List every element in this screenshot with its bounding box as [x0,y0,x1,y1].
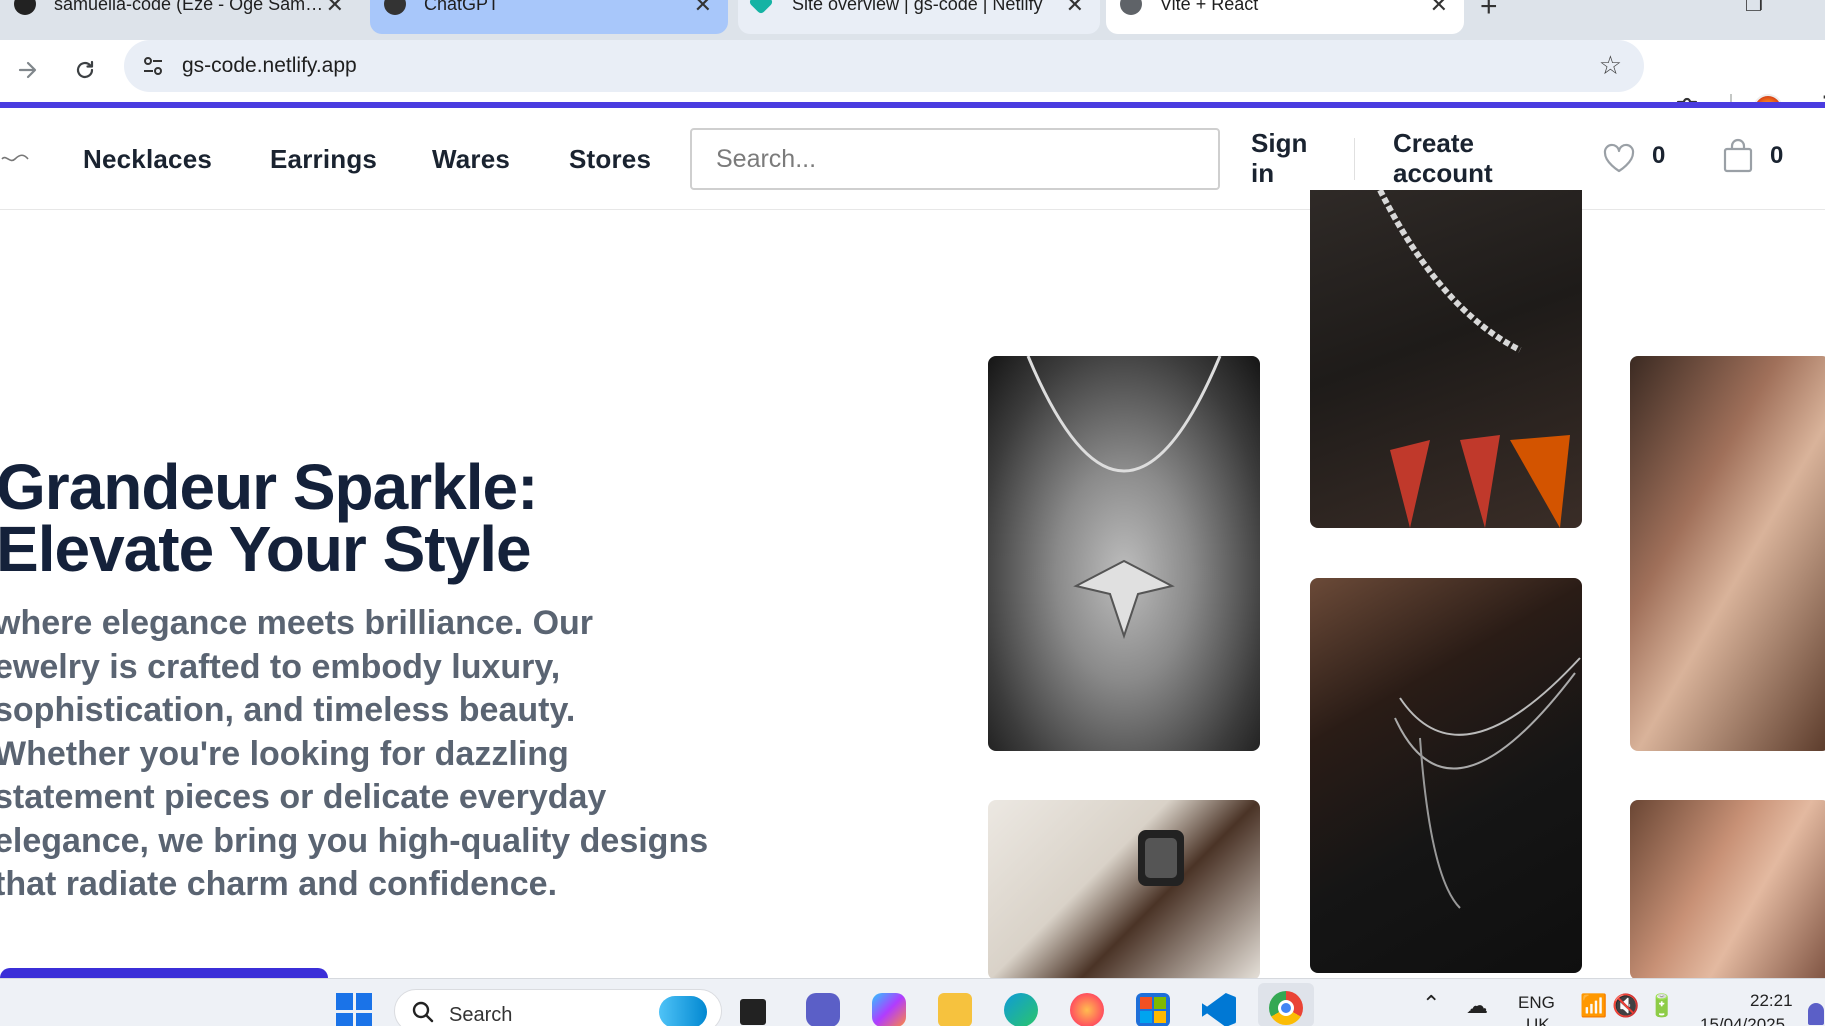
tab-strip: samuella-code (Eze - Oge Sam… ✕ ChatGPT … [0,0,1825,40]
nav-wares[interactable]: Wares [432,144,510,175]
hero-title-line2: Elevate Your Style [0,513,532,585]
onedrive-icon[interactable]: ☁ [1466,993,1488,1019]
close-tab-icon[interactable]: ✕ [694,0,712,18]
nav-earrings[interactable]: Earrings [270,144,377,175]
tab-netlify[interactable]: Site overview | gs-code | Netlify ✕ [738,0,1100,34]
sign-in-line2: in [1251,158,1275,188]
header-divider [1354,138,1355,180]
hero-line: ewelry is crafted to embody luxury, [0,647,561,686]
tab-title: samuella-code (Eze - Oge Sam… [54,0,324,14]
tab-github[interactable]: samuella-code (Eze - Oge Sam… ✕ [0,0,360,34]
copilot-icon[interactable] [872,993,906,1026]
search-box [690,128,1220,190]
tab-chatgpt[interactable]: ChatGPT ✕ [370,0,728,34]
logo-icon[interactable] [0,152,30,166]
volume-muted-icon[interactable]: 🔇 [1612,993,1639,1019]
hero-line: where elegance meets brilliance. Our [0,604,594,642]
necklace-pendant-photo [988,356,1260,751]
create-account-link[interactable]: Create account [1393,128,1493,188]
create-account-line1: Create [1393,128,1474,158]
firefox-icon[interactable] [1070,993,1104,1026]
model-with-rings-photo [1630,800,1825,980]
tab-title: Vite + React [1160,0,1259,14]
site-settings-icon[interactable] [140,53,166,79]
hero-description: where elegance meets brilliance. Our ewe… [0,602,794,907]
close-tab-icon[interactable]: ✕ [1430,0,1448,18]
clock-time[interactable]: 22:21 [1750,991,1793,1011]
wishlist-button[interactable]: 0 [1602,140,1672,180]
sign-in-link[interactable]: Sign in [1251,128,1307,188]
cart-button[interactable]: 0 [1720,138,1800,182]
windows-start-icon[interactable] [336,993,372,1026]
hero-line: Whether you're looking for dazzling [0,734,569,773]
clock-date[interactable]: 15/04/2025 [1700,1015,1785,1026]
nav-necklaces[interactable]: Necklaces [83,144,212,175]
wifi-icon[interactable]: 📶 [1580,993,1607,1019]
tab-title: ChatGPT [424,0,500,14]
restore-window-icon[interactable]: ❐ [1745,0,1763,17]
close-tab-icon[interactable]: ✕ [326,0,344,18]
hero-line: that radiate charm and confidence. [0,865,558,903]
teams-icon[interactable] [806,993,840,1026]
battery-icon[interactable]: 🔋 [1648,993,1675,1019]
create-account-line2: account [1393,158,1493,188]
tab-vite-react[interactable]: Vite + React ✕ [1106,0,1464,34]
hero-title-line1: Grandeur Sparkle: [0,451,538,523]
language-line2[interactable]: UK [1526,1015,1550,1026]
chrome-icon [1269,991,1303,1025]
address-bar[interactable]: gs-code.netlify.app ☆ [124,40,1644,92]
browser-toolbar: gs-code.netlify.app ☆ ⋮ [0,40,1825,124]
search-icon [412,1001,434,1023]
task-view-icon[interactable] [740,999,766,1025]
show-hidden-icons[interactable]: ⌃ [1422,991,1440,1017]
url-text[interactable]: gs-code.netlify.app [182,54,357,78]
github-icon [14,0,36,15]
hero-line: sophistication, and timeless beauty. [0,691,576,729]
layered-chains-photo [1310,578,1582,973]
vscode-icon[interactable] [1202,993,1236,1026]
tab-title: Site overview | gs-code | Netlify [792,0,1043,14]
globe-icon [1120,0,1142,15]
bookmark-star-icon[interactable]: ☆ [1599,50,1622,81]
hero-line: elegance, we bring you high-quality desi… [0,821,709,860]
chain-on-shirt-photo [1310,190,1582,528]
dolphin-icon [659,996,707,1026]
chatgpt-icon [384,0,406,15]
taskbar-search-label: Search [449,1004,513,1026]
store-icon[interactable] [1136,993,1170,1026]
language-line1[interactable]: ENG [1518,993,1555,1013]
close-tab-icon[interactable]: ✕ [1066,0,1084,18]
new-tab-button[interactable]: + [1480,0,1498,24]
reload-icon[interactable] [67,52,103,88]
wishlist-count: 0 [1652,142,1666,169]
heart-icon [1603,143,1635,173]
notification-icon[interactable] [1808,1003,1824,1025]
shopping-bag-icon [1723,138,1753,173]
search-input[interactable] [692,130,1218,188]
hero-title: Grandeur Sparkle: Elevate Your Style [0,451,538,585]
sign-in-line1: Sign [1251,128,1308,158]
hero-line: statement pieces or delicate everyday [0,778,607,816]
netlify-icon [748,0,774,15]
chrome-taskbar-button[interactable] [1258,983,1314,1026]
nav-stores[interactable]: Stores [569,144,651,175]
taskbar-search[interactable]: Search [394,989,722,1026]
cart-count: 0 [1770,142,1784,169]
edge-icon[interactable] [1004,993,1038,1026]
earring-model-photo [1630,356,1825,751]
os-taskbar: Search ⌃ ☁ ENG UK 📶 🔇 🔋 22:21 15/04/2025 [0,978,1825,1026]
file-explorer-icon[interactable] [938,993,972,1026]
forward-icon[interactable] [10,52,46,88]
watch-and-rings-photo [988,800,1260,980]
